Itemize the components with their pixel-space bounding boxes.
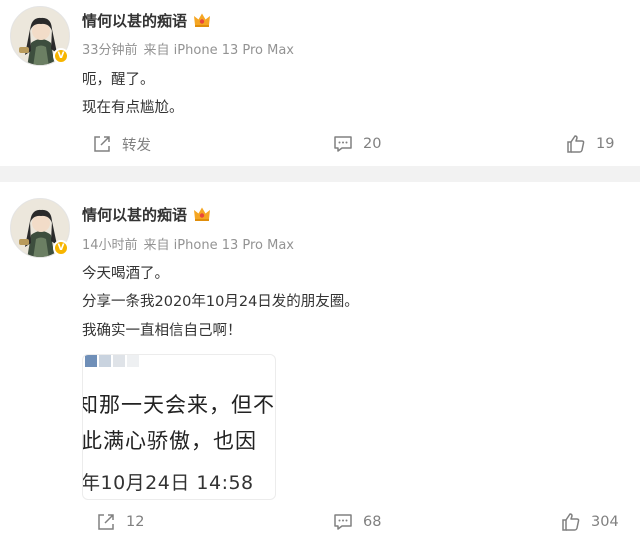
embed-timestamp: 年10月24日 14:58 xyxy=(82,472,254,494)
post-source: 来自 iPhone 13 Pro Max xyxy=(143,238,294,253)
post-actions: 12 68 304 xyxy=(0,510,640,534)
like-button[interactable]: 19 xyxy=(566,132,614,156)
comment-button[interactable]: 68 xyxy=(333,510,381,534)
embedded-image[interactable]: 知那一天会来，但不 此满心骄傲，也因 年10月24日 14:58 xyxy=(82,354,276,500)
repost-count: 12 xyxy=(126,514,145,530)
post-text-line: 现在有点尴尬。 xyxy=(82,100,184,116)
comment-icon xyxy=(334,514,352,530)
post-card: V 情何以甚的痴语 14小时前 来自 iPhone 13 Pro Max 今天喝酒… xyxy=(0,182,640,540)
repost-label: 转发 xyxy=(122,137,151,154)
repost-button[interactable]: 转发 xyxy=(92,132,151,156)
like-count: 19 xyxy=(596,136,615,152)
comment-count: 20 xyxy=(363,136,382,152)
post-actions: 转发 20 19 xyxy=(0,132,640,156)
comment-button[interactable]: 20 xyxy=(333,132,381,156)
post-meta: 14小时前 来自 iPhone 13 Pro Max xyxy=(82,234,300,253)
post-card: V 情何以甚的痴语 33分钟前 来自 iPhone 13 Pro Max 呃，醒了… xyxy=(0,0,640,166)
post-divider xyxy=(0,166,640,182)
post-meta: 33分钟前 来自 iPhone 13 Pro Max xyxy=(82,39,300,58)
repost-icon xyxy=(94,136,110,152)
post-text-line: 今天喝酒了。 xyxy=(82,266,169,282)
crown-icon xyxy=(194,13,211,27)
repost-icon xyxy=(98,514,114,530)
post-time[interactable]: 14小时前 xyxy=(82,238,138,253)
repost-button[interactable]: 12 xyxy=(96,510,144,534)
like-count: 304 xyxy=(591,514,619,530)
post-source: 来自 iPhone 13 Pro Max xyxy=(143,43,294,58)
embed-text-line: 知那一天会来，但不 xyxy=(82,393,275,417)
username[interactable]: 情何以甚的痴语 xyxy=(82,10,211,31)
username-text[interactable]: 情何以甚的痴语 xyxy=(82,12,187,30)
embed-text-line: 此满心骄傲，也因 xyxy=(82,429,257,453)
thumbs-up-icon xyxy=(567,135,585,153)
blurred-avatar xyxy=(85,355,139,367)
comment-icon xyxy=(334,136,352,152)
username-text[interactable]: 情何以甚的痴语 xyxy=(82,206,187,224)
post-text-line: 呃，醒了。 xyxy=(82,72,155,88)
post-text-line: 我确实一直相信自己啊！ xyxy=(82,323,242,339)
crown-icon xyxy=(194,207,211,221)
post-time[interactable]: 33分钟前 xyxy=(82,43,138,58)
post-text-line: 分享一条我2020年10月24日发的朋友圈。 xyxy=(82,294,359,310)
verified-badge-icon: V xyxy=(53,48,69,64)
thumbs-up-icon xyxy=(562,513,580,531)
like-button[interactable]: 304 xyxy=(561,510,619,534)
username[interactable]: 情何以甚的痴语 xyxy=(82,204,211,225)
verified-badge-icon: V xyxy=(53,240,69,256)
comment-count: 68 xyxy=(363,514,382,530)
